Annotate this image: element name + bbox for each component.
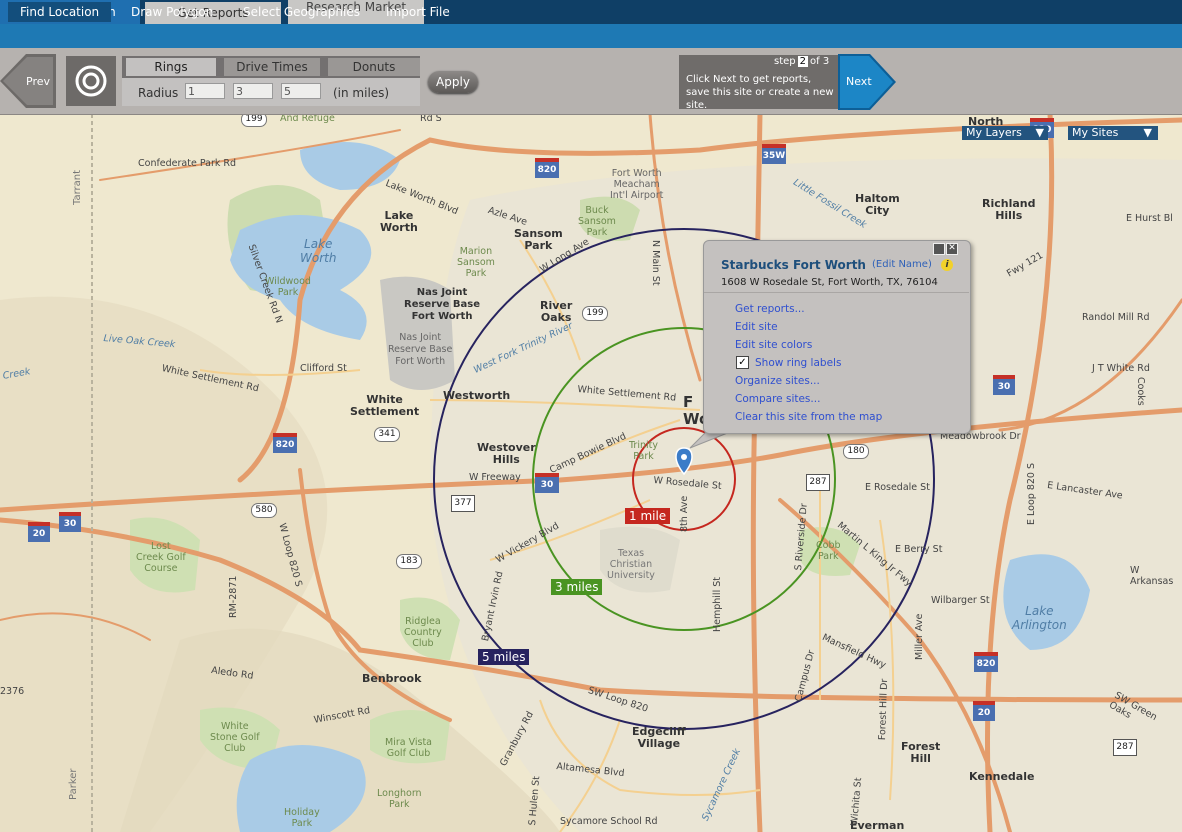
clear-site-link[interactable]: Clear this site from the map (735, 411, 882, 423)
tab-rings[interactable]: Rings (126, 58, 216, 76)
rings-tool-icon[interactable] (66, 56, 116, 106)
compare-sites-link[interactable]: Compare sites... (735, 393, 820, 405)
apply-button[interactable]: Apply (428, 71, 478, 93)
sub-navigation (0, 24, 1182, 48)
radius-input-3[interactable]: 5 (281, 83, 321, 99)
popup-divider (704, 292, 969, 293)
my-layers-label: My Layers (966, 126, 1022, 139)
info-icon[interactable]: i (941, 259, 953, 271)
show-ring-labels-checkbox[interactable]: ✓ (736, 356, 749, 369)
subnav-import-file[interactable]: Import File (374, 2, 462, 22)
my-layers-dropdown[interactable]: My Layers ▼ (962, 126, 1048, 140)
radius-input-1[interactable]: 1 (185, 83, 225, 99)
site-address: 1608 W Rosedale St, Fort Worth, TX, 7610… (721, 277, 938, 288)
chevron-down-icon: ▼ (1035, 126, 1044, 139)
radius-input-2[interactable]: 3 (233, 83, 273, 99)
edit-site-colors-link[interactable]: Edit site colors (735, 339, 812, 351)
radius-label: Radius (138, 86, 179, 100)
step-description: Click Next to get reports, save this sit… (686, 74, 834, 111)
subnav-draw-polygon[interactable]: Draw Polygon (119, 2, 225, 22)
my-sites-label: My Sites (1072, 126, 1119, 139)
show-ring-labels-link[interactable]: Show ring labels (755, 357, 841, 369)
site-title: Starbucks Fort Worth (721, 258, 866, 272)
prev-label: Prev (26, 75, 50, 88)
map-canvas[interactable] (0, 114, 1182, 832)
ring-label-1-mile: 1 mile (625, 508, 671, 524)
step-prefix: step (774, 56, 796, 67)
ring-label-5-miles: 5 miles (478, 649, 530, 665)
tab-drive-times[interactable]: Drive Times (224, 58, 320, 76)
close-icon[interactable]: ✕ (946, 243, 958, 255)
organize-sites-link[interactable]: Organize sites... (735, 375, 820, 387)
units-label: (in miles) (333, 86, 390, 100)
minimize-icon[interactable] (933, 243, 945, 255)
ring-label-3-miles: 3 miles (551, 579, 603, 595)
step-suffix: of 3 (810, 56, 830, 67)
subnav-find-location[interactable]: Find Location (8, 2, 112, 22)
subnav-select-geographies[interactable]: Select Geographies (231, 2, 372, 22)
step-text: step 2 of 3 (774, 56, 829, 67)
next-label: Next (846, 75, 872, 88)
step-current: 2 (797, 56, 809, 67)
edit-site-link[interactable]: Edit site (735, 321, 778, 333)
tab-donuts[interactable]: Donuts (328, 58, 420, 76)
my-sites-dropdown[interactable]: My Sites ▼ (1068, 126, 1158, 140)
edit-name-link[interactable]: (Edit Name) (872, 259, 932, 270)
chevron-down-icon: ▼ (1143, 126, 1152, 139)
get-reports-link[interactable]: Get reports... (735, 303, 805, 315)
